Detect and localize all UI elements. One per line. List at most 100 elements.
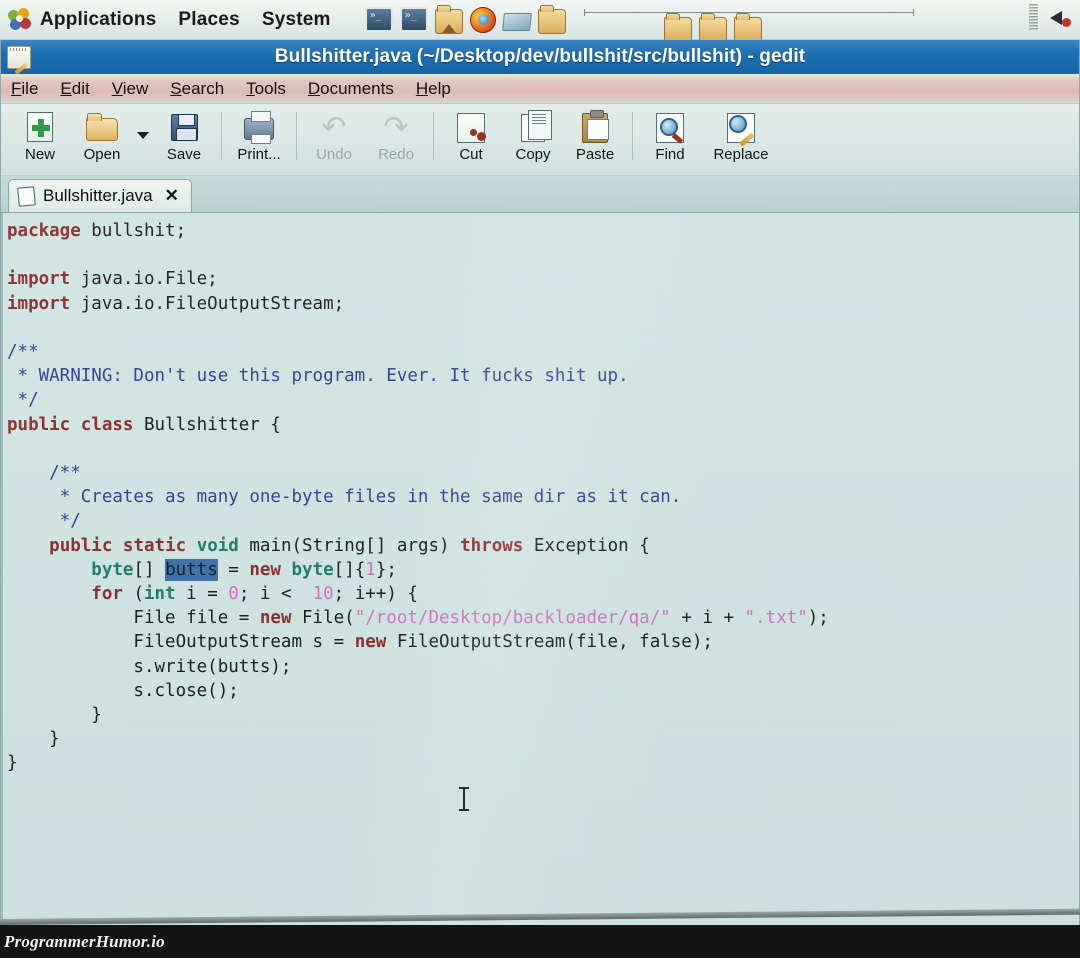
menu-places[interactable]: Places [178,9,239,31]
code-token: Exception { [523,535,650,556]
menu-applications[interactable]: Applications [40,9,156,31]
code-token: FileOutputStream(file, false); [386,632,713,653]
toolbar-separator [632,112,633,160]
firefox-icon[interactable] [469,6,496,33]
code-token: 10 [312,584,334,605]
code-token: import [7,269,71,290]
open-folder-icon [86,113,118,141]
code-token: for [91,584,123,605]
code-token: []{ [333,559,366,580]
close-icon[interactable]: ✕ [165,186,179,206]
toolbar: New Open Save Print... Undo [1,104,1079,176]
code-token: java.io.FileOutputStream; [70,293,345,314]
menu-view[interactable]: View [112,79,149,99]
cut-button-label: Cut [459,146,483,163]
window-titlebar[interactable]: Bullshitter.java (~/Desktop/dev/bullshit… [1,40,1079,74]
panel-tray [1029,4,1072,30]
cut-button[interactable]: Cut [440,108,502,163]
document-icon [17,185,36,207]
source-code[interactable]: package bullshit; import java.io.File; im… [3,213,1079,776]
folder-window-icon[interactable] [663,12,692,42]
folder-icon[interactable] [537,4,566,34]
menu-system[interactable]: System [262,9,331,31]
open-button[interactable]: Open [71,108,133,163]
code-token: /** [7,463,81,484]
replace-button[interactable]: Replace [701,108,781,163]
gnome-top-panel: Applications Places System [0,0,1080,42]
paste-button[interactable]: Paste [564,108,626,163]
code-token: File( [291,608,355,629]
save-button[interactable]: Save [153,108,215,163]
new-button-label: New [24,146,55,163]
code-token: /** [7,342,39,363]
code-token: ; i < [238,584,313,605]
magnifier-pencil-icon [727,113,755,143]
copy-button[interactable]: Copy [502,108,564,163]
folder-window-icon[interactable] [733,12,762,42]
find-button[interactable]: Find [639,108,701,163]
code-token: s.write(butts); [7,656,292,677]
clipboard-icon [582,110,609,143]
print-button-label: Print... [237,146,281,163]
open-dropdown-arrow-icon[interactable] [133,108,153,162]
code-token: new [354,632,387,653]
print-button[interactable]: Print... [228,108,290,163]
new-button[interactable]: New [9,108,71,163]
copy-button-label: Copy [515,146,551,163]
code-line: public static void main(String[] args) t… [7,534,1079,558]
magnifier-icon [656,113,684,143]
code-line: * WARNING: Don't use this program. Ever.… [7,364,1079,388]
code-line: /** [7,340,1079,364]
code-token: void [196,535,239,556]
code-token: i = [175,584,229,605]
new-document-icon [27,112,53,142]
code-line: */ [7,509,1079,533]
menu-edit[interactable]: Edit [60,79,89,99]
redo-button-label: Redo [378,146,414,163]
tab-bullshitter-java[interactable]: Bullshitter.java ✕ [8,179,192,212]
folder-window-icon[interactable] [698,12,727,42]
code-token: package [7,221,81,241]
replace-button-label: Replace [713,146,769,163]
dictionary-icon[interactable] [501,12,532,31]
selected-token: butts [165,558,218,581]
panel-window-list [663,12,762,42]
code-editor[interactable]: package bullshit; import java.io.File; im… [1,213,1079,934]
document-tabbar: Bullshitter.java ✕ [1,176,1079,213]
menu-search[interactable]: Search [170,79,224,99]
menubar: File Edit View Search Tools Documents He… [1,74,1079,104]
text-cursor-icon [459,786,469,814]
code-line: * Creates as many one-byte files in the … [7,485,1079,509]
code-token: }; [375,559,397,580]
code-line: } [7,727,1079,751]
terminal-icon[interactable] [399,7,428,32]
copy-pages-icon [521,110,552,142]
panel-launchers [364,4,566,34]
code-token: byte [291,559,334,580]
menu-tools[interactable]: Tools [246,79,286,99]
menu-documents[interactable]: Documents [308,79,394,99]
gnome-foot-icon [8,7,34,32]
menu-help[interactable]: Help [416,79,451,99]
code-line: public class Bullshitter { [7,413,1079,437]
floppy-disk-icon [170,114,198,141]
code-line: */ [7,388,1079,412]
printer-icon [244,111,274,144]
terminal-icon[interactable] [364,7,393,32]
watermark-bar: ProgrammerHumor.io [0,925,1080,958]
code-line: byte[] butts = new byte[]{1}; [7,558,1079,582]
code-token: Bullshitter { [133,414,281,435]
redo-button: Redo [365,108,427,163]
speaker-icon[interactable] [1048,5,1072,29]
watermark-text: ProgrammerHumor.io [4,931,165,951]
menu-file[interactable]: File [11,79,38,99]
open-button-label: Open [83,146,121,163]
code-line: FileOutputStream s = new FileOutputStrea… [7,630,1079,654]
file-manager-icon[interactable] [434,4,463,34]
code-token: ; i++) { [333,584,418,605]
undo-arrow-icon [319,115,349,141]
code-line: for (int i = 0; i < 10; i++) { [7,582,1079,606]
